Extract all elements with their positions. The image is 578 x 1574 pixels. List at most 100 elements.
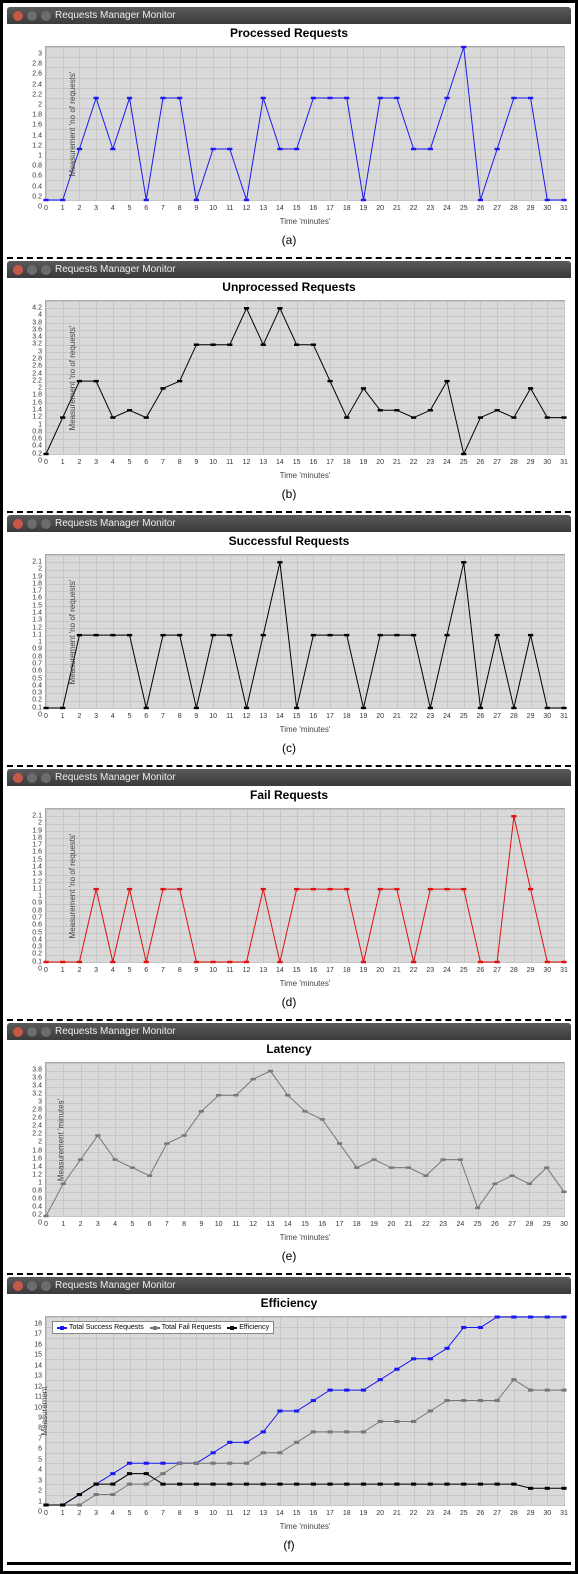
x-tick: 4	[113, 1221, 117, 1228]
x-tick: 27	[508, 1221, 516, 1228]
y-tick: 0.8	[26, 163, 42, 170]
data-point	[444, 888, 449, 890]
y-tick: 1.8	[26, 392, 42, 399]
data-point	[147, 1175, 152, 1177]
minimize-icon[interactable]	[27, 265, 37, 275]
window-titlebar: Requests Manager Monitor	[7, 1277, 571, 1294]
close-icon[interactable]	[13, 773, 23, 783]
maximize-icon[interactable]	[41, 265, 51, 275]
x-tick: 2	[77, 713, 81, 720]
window-titlebar: Requests Manager Monitor	[7, 7, 571, 24]
y-tick: 0.6	[26, 922, 42, 929]
maximize-icon[interactable]	[41, 1281, 51, 1291]
y-tick: 1.4	[26, 407, 42, 414]
y-tick: 2.8	[26, 1107, 42, 1114]
y-tick: 2.6	[26, 363, 42, 370]
y-tick: 4	[26, 312, 42, 319]
y-tick: 0.8	[26, 1187, 42, 1194]
data-point	[211, 961, 216, 963]
minimize-icon[interactable]	[27, 773, 37, 783]
x-tick: 2	[77, 459, 81, 466]
data-point	[361, 961, 366, 963]
x-tick: 4	[111, 205, 115, 212]
x-tick: 3	[94, 459, 98, 466]
data-point	[182, 1134, 187, 1136]
y-tick: 0.9	[26, 900, 42, 907]
x-tick: 0	[44, 459, 48, 466]
data-point	[545, 1315, 550, 1318]
data-point	[211, 634, 216, 636]
close-icon[interactable]	[13, 265, 23, 275]
y-tick: 0	[26, 966, 42, 973]
data-point	[327, 1389, 332, 1392]
data-point	[77, 961, 82, 963]
minimize-icon[interactable]	[27, 1027, 37, 1037]
data-point	[211, 1483, 216, 1486]
plot-area: 0123456789101112131415161718192021222324…	[45, 808, 565, 963]
data-point	[461, 888, 466, 890]
close-icon[interactable]	[13, 1027, 23, 1037]
maximize-icon[interactable]	[41, 1027, 51, 1037]
x-tick: 9	[194, 205, 198, 212]
data-point	[94, 634, 99, 636]
data-point	[127, 1462, 132, 1465]
data-point	[261, 1451, 266, 1454]
data-point	[528, 634, 533, 636]
x-tick: 11	[226, 205, 233, 212]
x-tick: 30	[543, 713, 551, 720]
data-point	[344, 97, 349, 99]
data-point	[110, 1493, 115, 1496]
y-tick: 1.6	[26, 122, 42, 129]
close-icon[interactable]	[13, 519, 23, 529]
data-point	[411, 416, 416, 418]
minimize-icon[interactable]	[27, 11, 37, 21]
data-point	[394, 1483, 399, 1486]
minimize-icon[interactable]	[27, 1281, 37, 1291]
x-axis-label: Time 'minutes'	[280, 217, 331, 226]
data-point	[144, 961, 149, 963]
plot-svg	[46, 1063, 564, 1216]
chart-title: Successful Requests	[7, 532, 571, 550]
x-tick: 12	[243, 205, 251, 212]
data-point	[261, 1483, 266, 1486]
legend: Total Success Requests Total Fail Reques…	[52, 1321, 274, 1334]
close-icon[interactable]	[13, 11, 23, 21]
data-point	[545, 416, 550, 418]
data-point	[344, 416, 349, 418]
x-tick: 25	[460, 459, 468, 466]
data-point	[77, 148, 82, 150]
x-tick: 22	[410, 459, 418, 466]
data-point	[528, 1315, 533, 1318]
x-tick: 25	[460, 1510, 468, 1517]
x-tick: 7	[161, 967, 165, 974]
close-icon[interactable]	[13, 1281, 23, 1291]
x-tick: 22	[422, 1221, 430, 1228]
data-point	[394, 1368, 399, 1371]
y-tick: 0.4	[26, 183, 42, 190]
data-point	[110, 416, 115, 418]
x-tick: 21	[405, 1221, 413, 1228]
maximize-icon[interactable]	[41, 773, 51, 783]
y-tick: 1	[26, 639, 42, 646]
data-point	[177, 1483, 182, 1486]
x-tick: 7	[165, 1221, 169, 1228]
maximize-icon[interactable]	[41, 11, 51, 21]
plot-area: 0123456789101112131415161718192021222324…	[45, 300, 565, 455]
data-point	[561, 1487, 566, 1490]
y-tick: 0.8	[26, 653, 42, 660]
data-point	[495, 409, 500, 411]
minimize-icon[interactable]	[27, 519, 37, 529]
x-tick: 29	[527, 713, 535, 720]
data-point	[110, 148, 115, 150]
data-point	[60, 416, 65, 418]
x-tick: 6	[144, 967, 148, 974]
y-tick: 16	[26, 1341, 42, 1348]
x-tick: 21	[393, 1510, 401, 1517]
y-tick: 3.4	[26, 334, 42, 341]
data-point	[311, 343, 316, 345]
data-point	[378, 1378, 383, 1381]
data-point	[194, 1462, 199, 1465]
y-tick: 3.2	[26, 1091, 42, 1098]
maximize-icon[interactable]	[41, 519, 51, 529]
x-tick: 21	[393, 713, 401, 720]
